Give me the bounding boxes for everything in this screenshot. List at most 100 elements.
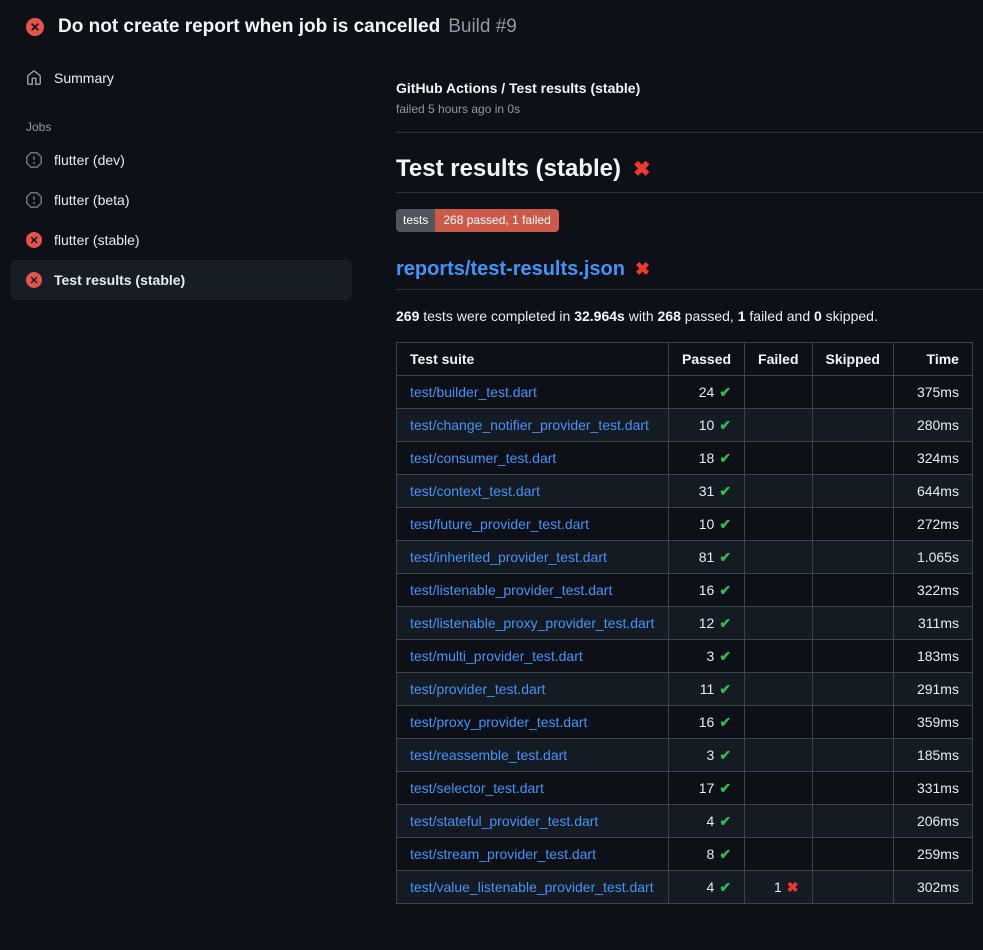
test-suite-link[interactable]: test/listenable_provider_test.dart (410, 582, 612, 598)
test-suite-link[interactable]: test/value_listenable_provider_test.dart (410, 879, 654, 895)
test-suite-cell: test/change_notifier_provider_test.dart (397, 409, 669, 442)
passed-cell-value: 4 (707, 879, 715, 895)
check-icon: ✔ (719, 780, 731, 796)
badge-label: tests (396, 209, 435, 232)
skipped-cell (812, 838, 893, 871)
test-suite-link[interactable]: test/provider_test.dart (410, 681, 545, 697)
summary-failed: 1 (738, 308, 746, 324)
table-row: test/proxy_provider_test.dart16✔359ms (397, 706, 973, 739)
cancelled-status-icon (26, 152, 42, 168)
test-suite-cell: test/inherited_provider_test.dart (397, 541, 669, 574)
time-cell: 280ms (893, 409, 972, 442)
test-suite-cell: test/multi_provider_test.dart (397, 640, 669, 673)
failed-cell (745, 376, 812, 409)
test-suite-cell: test/listenable_proxy_provider_test.dart (397, 607, 669, 640)
table-row: test/consumer_test.dart18✔324ms (397, 442, 973, 475)
test-suite-cell: test/consumer_test.dart (397, 442, 669, 475)
skipped-cell (812, 607, 893, 640)
passed-cell: 3✔ (669, 640, 745, 673)
passed-cell: 10✔ (669, 409, 745, 442)
sidebar-item-label: Summary (54, 70, 114, 86)
test-suite-cell: test/context_test.dart (397, 475, 669, 508)
summary-text: tests were completed in (419, 308, 574, 324)
summary-passed: 268 (658, 308, 681, 324)
test-suite-link[interactable]: test/context_test.dart (410, 483, 540, 499)
check-icon: ✔ (719, 615, 731, 631)
passed-cell: 24✔ (669, 376, 745, 409)
test-suite-link[interactable]: test/listenable_proxy_provider_test.dart (410, 615, 654, 631)
test-suite-link[interactable]: test/multi_provider_test.dart (410, 648, 583, 664)
table-row: test/listenable_proxy_provider_test.dart… (397, 607, 973, 640)
table-row: test/listenable_provider_test.dart16✔322… (397, 574, 973, 607)
sidebar-item-label: flutter (stable) (54, 232, 140, 248)
table-row: test/selector_test.dart17✔331ms (397, 772, 973, 805)
passed-cell: 81✔ (669, 541, 745, 574)
check-icon: ✔ (719, 384, 731, 400)
sidebar-item-test-results-stable[interactable]: Test results (stable) (10, 260, 352, 300)
passed-cell-value: 10 (699, 516, 715, 532)
passed-cell: 11✔ (669, 673, 745, 706)
test-suite-link[interactable]: test/reassemble_test.dart (410, 747, 567, 763)
skipped-cell (812, 475, 893, 508)
skipped-cell (812, 541, 893, 574)
test-suite-link[interactable]: test/stream_provider_test.dart (410, 846, 596, 862)
test-suite-cell: test/builder_test.dart (397, 376, 669, 409)
time-cell: 291ms (893, 673, 972, 706)
test-suite-link[interactable]: test/change_notifier_provider_test.dart (410, 417, 649, 433)
test-suite-cell: test/future_provider_test.dart (397, 508, 669, 541)
check-icon: ✔ (719, 714, 731, 730)
summary-text: with (625, 308, 658, 324)
test-suite-cell: test/provider_test.dart (397, 673, 669, 706)
test-suite-link[interactable]: test/selector_test.dart (410, 780, 544, 796)
report-file-link[interactable]: reports/test-results.json (396, 258, 625, 281)
check-icon: ✔ (719, 483, 731, 499)
table-row: test/context_test.dart31✔644ms (397, 475, 973, 508)
sidebar-item-flutter-stable[interactable]: flutter (stable) (10, 220, 352, 260)
summary-duration: 32.964s (574, 308, 625, 324)
time-cell: 185ms (893, 739, 972, 772)
main-content: GitHub Actions / Test results (stable) f… (396, 52, 983, 904)
test-suite-link[interactable]: test/proxy_provider_test.dart (410, 714, 587, 730)
results-table: Test suite Passed Failed Skipped Time te… (396, 342, 973, 904)
sidebar-item-label: flutter (beta) (54, 192, 129, 208)
test-suite-cell: test/value_listenable_provider_test.dart (397, 871, 669, 904)
tests-badge: tests 268 passed, 1 failed (396, 209, 559, 232)
table-row: test/stateful_provider_test.dart4✔206ms (397, 805, 973, 838)
test-suite-link[interactable]: test/future_provider_test.dart (410, 516, 589, 532)
passed-cell: 17✔ (669, 772, 745, 805)
time-cell: 644ms (893, 475, 972, 508)
sidebar-item-flutter-dev[interactable]: flutter (dev) (10, 140, 352, 180)
passed-cell-value: 3 (707, 747, 715, 763)
test-suite-cell: test/stateful_provider_test.dart (397, 805, 669, 838)
test-suite-cell: test/reassemble_test.dart (397, 739, 669, 772)
time-cell: 311ms (893, 607, 972, 640)
test-suite-link[interactable]: test/stateful_provider_test.dart (410, 813, 598, 829)
sidebar-item-label: Test results (stable) (54, 272, 185, 288)
table-row: test/stream_provider_test.dart8✔259ms (397, 838, 973, 871)
sidebar-item-summary[interactable]: Summary (10, 58, 352, 98)
test-suite-link[interactable]: test/inherited_provider_test.dart (410, 549, 607, 565)
time-cell: 322ms (893, 574, 972, 607)
run-build-number: Build #9 (448, 16, 517, 37)
passed-cell-value: 12 (699, 615, 715, 631)
time-cell: 183ms (893, 640, 972, 673)
table-row: test/future_provider_test.dart10✔272ms (397, 508, 973, 541)
sidebar-item-flutter-beta[interactable]: flutter (beta) (10, 180, 352, 220)
check-icon: ✔ (719, 417, 731, 433)
run-meta: failed 5 hours ago in 0s (396, 102, 983, 116)
test-suite-link[interactable]: test/builder_test.dart (410, 384, 537, 400)
failed-cell (745, 673, 812, 706)
skipped-cell (812, 376, 893, 409)
time-cell: 1.065s (893, 541, 972, 574)
skipped-cell (812, 706, 893, 739)
cancelled-status-icon (26, 192, 42, 208)
check-icon: ✔ (719, 582, 731, 598)
sidebar: Summary Jobs flutter (dev) flutter (beta… (10, 58, 352, 300)
check-icon: ✔ (719, 516, 731, 532)
passed-cell-value: 4 (707, 813, 715, 829)
time-cell: 324ms (893, 442, 972, 475)
failed-cell (745, 739, 812, 772)
test-suite-link[interactable]: test/consumer_test.dart (410, 450, 556, 466)
failed-status-icon (26, 18, 44, 36)
check-icon: ✔ (719, 450, 731, 466)
